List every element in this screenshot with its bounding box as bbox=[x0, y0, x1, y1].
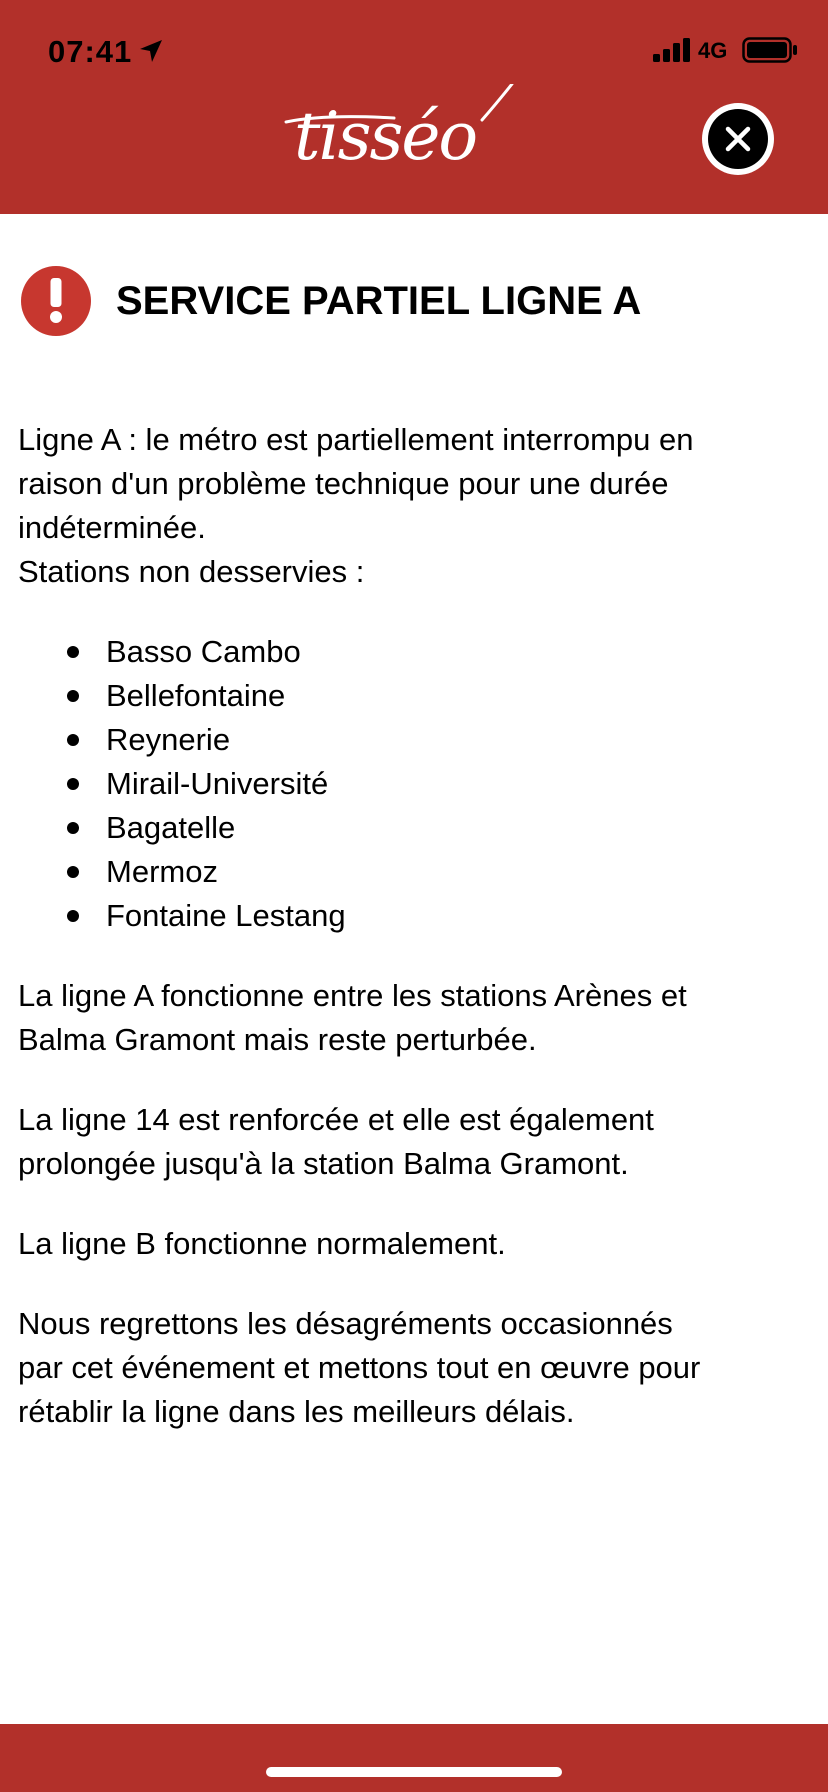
station-item: Reynerie bbox=[67, 718, 810, 762]
close-icon[interactable] bbox=[724, 125, 752, 153]
station-item: Mermoz bbox=[67, 850, 810, 894]
paragraph-line: La ligne B fonctionne normalement. bbox=[18, 1226, 506, 1261]
battery-icon bbox=[742, 37, 797, 63]
paragraph-line-b: La ligne B fonctionne normalement. bbox=[18, 1222, 810, 1266]
station-item: Fontaine Lestang bbox=[67, 894, 810, 938]
stations-heading: Stations non desservies : bbox=[18, 554, 365, 589]
cellular-signal-icon bbox=[653, 38, 690, 62]
paragraph-line: rétablir la ligne dans les meilleurs dél… bbox=[18, 1394, 575, 1429]
status-time: 07:41 bbox=[48, 34, 133, 69]
station-item: Basso Cambo bbox=[67, 630, 810, 674]
station-item: Bagatelle bbox=[67, 806, 810, 850]
paragraph-line: La ligne 14 est renforcée et elle est ég… bbox=[18, 1102, 654, 1137]
alert-intro: Ligne A : le métro est partiellement int… bbox=[18, 418, 810, 594]
intro-line: raison d'un problème technique pour une … bbox=[18, 466, 669, 501]
paragraph-line: par cet événement et mettons tout en œuv… bbox=[18, 1350, 701, 1385]
paragraph-line-14: La ligne 14 est renforcée et elle est ég… bbox=[18, 1098, 810, 1186]
station-item: Mirail-Université bbox=[67, 762, 810, 806]
close-button-inner[interactable] bbox=[708, 109, 768, 169]
intro-line: Ligne A : le métro est partiellement int… bbox=[18, 422, 694, 457]
alert-title: SERVICE PARTIEL LIGNE A bbox=[116, 279, 642, 323]
footer-bar bbox=[0, 1724, 828, 1792]
paragraph-line: Balma Gramont mais reste perturbée. bbox=[18, 1022, 537, 1057]
paragraph-line: prolongée jusqu'à la station Balma Gramo… bbox=[18, 1146, 629, 1181]
paragraph-line-a: La ligne A fonctionne entre les stations… bbox=[18, 974, 810, 1062]
tisseo-logo: tisséo bbox=[284, 84, 544, 184]
station-item: Bellefontaine bbox=[67, 674, 810, 718]
paragraph-line: Nous regrettons les désagréments occasio… bbox=[18, 1306, 673, 1341]
location-arrow-icon bbox=[140, 40, 162, 62]
home-indicator[interactable] bbox=[266, 1767, 562, 1777]
intro-line: indéterminée. bbox=[18, 510, 206, 545]
network-type-label: 4G bbox=[698, 38, 728, 63]
alert-body: Ligne A : le métro est partiellement int… bbox=[18, 418, 810, 1434]
closed-stations-list: Basso Cambo Bellefontaine Reynerie Mirai… bbox=[18, 630, 810, 938]
header-bar: 07:41 4G tisséo bbox=[0, 0, 828, 214]
close-button[interactable] bbox=[702, 103, 774, 175]
exclamation-mark bbox=[50, 278, 62, 323]
paragraph-apology: Nous regrettons les désagréments occasio… bbox=[18, 1302, 810, 1434]
paragraph-line: La ligne A fonctionne entre les stations… bbox=[18, 978, 687, 1013]
exclamation-icon bbox=[21, 266, 91, 336]
logo-text: tisséo bbox=[294, 98, 478, 175]
